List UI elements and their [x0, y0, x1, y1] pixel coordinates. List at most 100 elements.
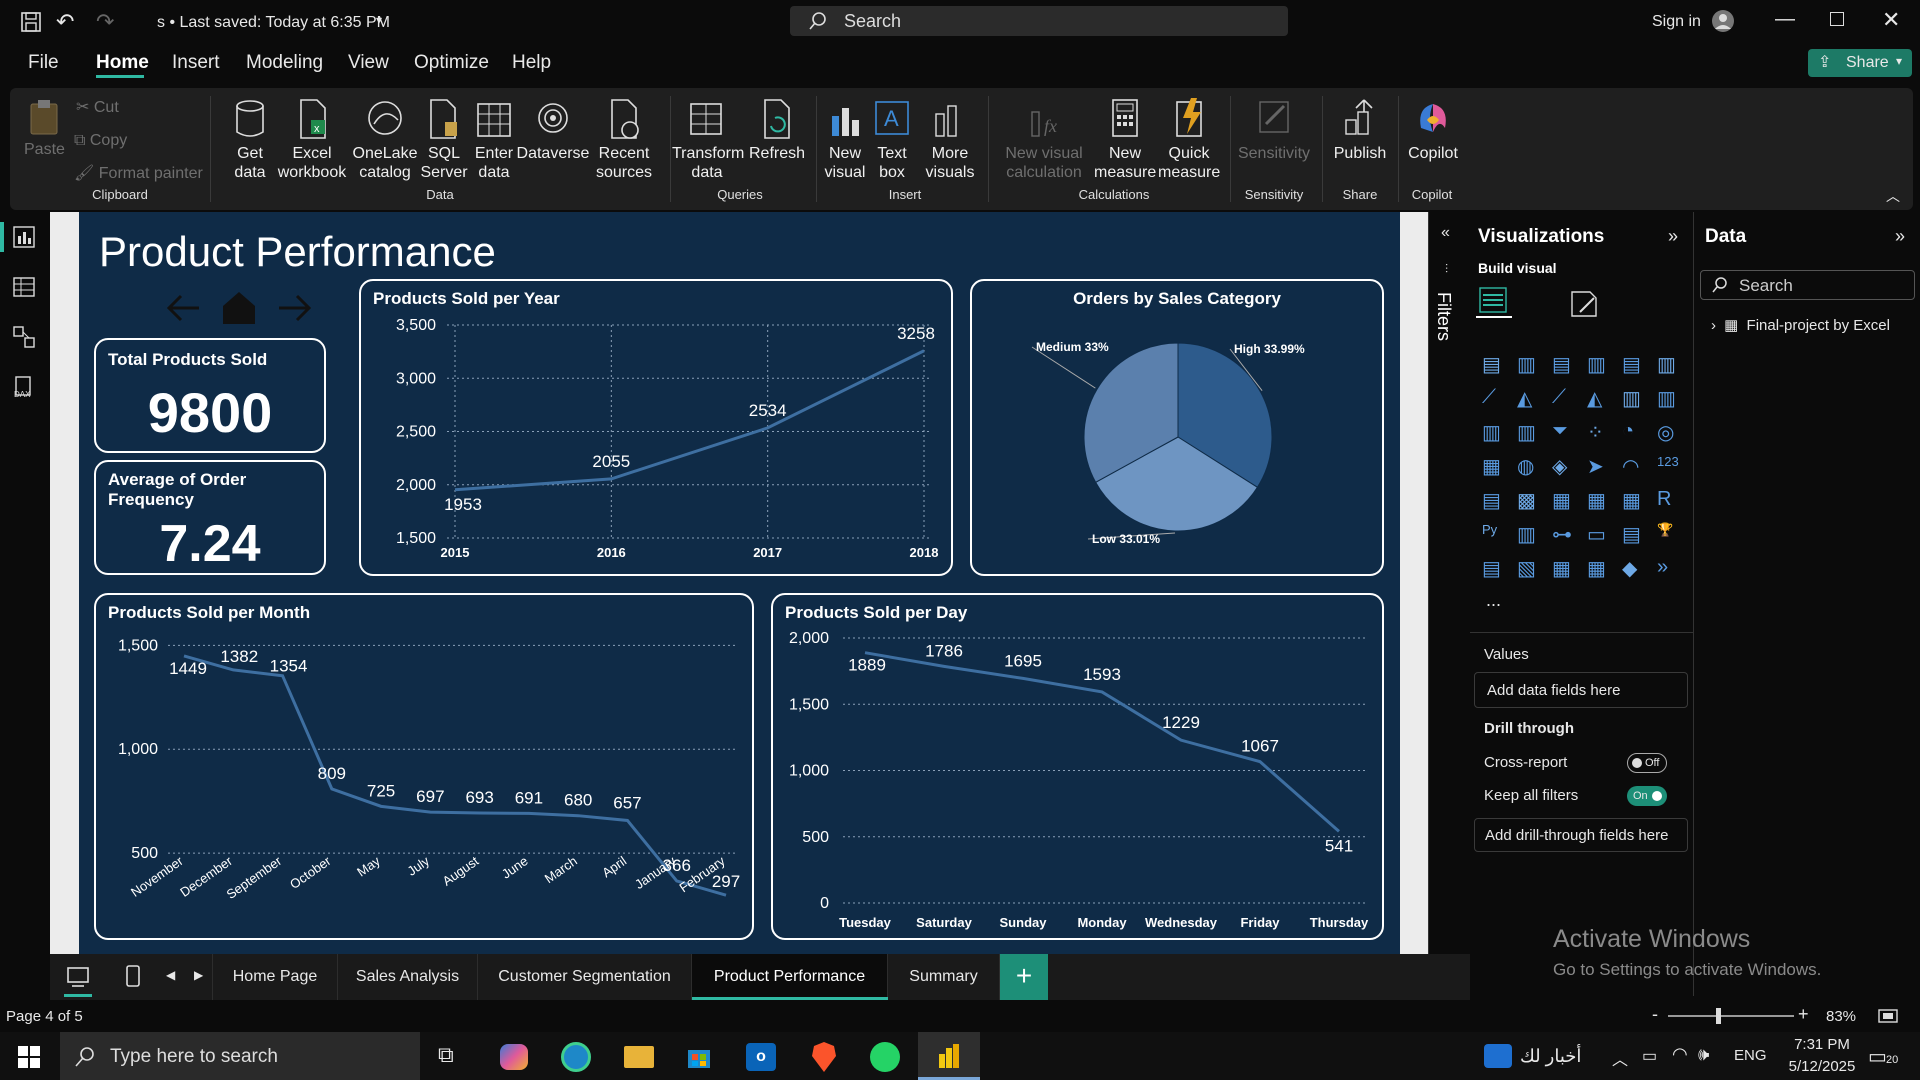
- language-indicator[interactable]: ENG: [1734, 1047, 1767, 1064]
- news-widget-label[interactable]: أخبار لك: [1520, 1046, 1581, 1067]
- arcgis-icon[interactable]: ▦: [1587, 556, 1613, 582]
- line-chart-icon[interactable]: ⟋: [1482, 386, 1508, 412]
- sign-in-link[interactable]: Sign in: [1652, 13, 1701, 31]
- news-widget-icon[interactable]: [1484, 1044, 1512, 1068]
- wifi-icon[interactable]: ◠: [1672, 1044, 1688, 1065]
- report-view-icon[interactable]: [13, 226, 35, 248]
- line-column-icon[interactable]: ▥: [1622, 386, 1648, 412]
- stacked-column-chart-icon[interactable]: ▥: [1517, 352, 1543, 378]
- maximize-icon[interactable]: [1830, 12, 1844, 26]
- narrative-icon[interactable]: ▤: [1622, 522, 1648, 548]
- clustered-bar-chart-icon[interactable]: ▤: [1552, 352, 1578, 378]
- transform-data-button[interactable]: Transform data: [672, 98, 744, 182]
- collapse-pane-icon[interactable]: »: [1895, 226, 1905, 247]
- copilot-app-icon[interactable]: [500, 1044, 528, 1070]
- menu-home[interactable]: Home: [96, 52, 149, 74]
- paginated-report-icon[interactable]: ▤: [1482, 556, 1508, 582]
- kpi-card-order-frequency[interactable]: Average of Order Frequency 7.24: [94, 460, 326, 575]
- zoom-slider[interactable]: [1668, 1015, 1794, 1017]
- stacked-bar-chart-icon[interactable]: ▤: [1482, 352, 1508, 378]
- chevron-down-icon[interactable]: ▾: [376, 13, 382, 27]
- waterfall-icon[interactable]: ▥: [1517, 420, 1543, 446]
- clock-time[interactable]: 7:31 PM: [1786, 1036, 1858, 1053]
- more-icon[interactable]: »: [1657, 556, 1683, 582]
- python-visual-icon[interactable]: Py: [1482, 522, 1508, 548]
- chart-products-per-year[interactable]: Products Sold per Year 1,500 2,000 2,500 3,…: [359, 279, 953, 576]
- menu-help[interactable]: Help: [512, 52, 551, 74]
- r-visual-icon[interactable]: R: [1657, 488, 1683, 514]
- home-icon[interactable]: [223, 292, 255, 324]
- data-search-input[interactable]: Search: [1700, 270, 1915, 300]
- whatsapp-icon[interactable]: [870, 1042, 900, 1072]
- kpi-icon[interactable]: ▩: [1517, 488, 1543, 514]
- dataverse-button[interactable]: Dataverse: [516, 98, 590, 163]
- more-visuals-button[interactable]: More visuals: [916, 98, 984, 182]
- model-view-icon[interactable]: [13, 326, 35, 348]
- chart-products-per-day[interactable]: Products Sold per Day 0 500 1,000 1,500 2,00…: [771, 593, 1384, 940]
- redo-icon[interactable]: ↷: [96, 9, 114, 35]
- new-visual-button[interactable]: New visual: [818, 98, 872, 182]
- menu-view[interactable]: View: [348, 52, 389, 74]
- slicer-icon[interactable]: ▦: [1552, 488, 1578, 514]
- gauge-icon[interactable]: ◠: [1622, 454, 1648, 480]
- format-visual-icon[interactable]: [1568, 288, 1602, 318]
- card-icon[interactable]: 123: [1657, 454, 1683, 480]
- 100-stacked-column-icon[interactable]: ▥: [1657, 352, 1683, 378]
- sql-server-button[interactable]: SQL Server: [420, 98, 468, 182]
- kpi-card-total-products[interactable]: Total Products Sold 9800: [94, 338, 326, 453]
- chart-products-per-month[interactable]: Products Sold per Month 500 1,000 1,500 Nov…: [94, 593, 754, 940]
- new-measure-button[interactable]: New measure: [1094, 98, 1156, 182]
- brave-browser-icon[interactable]: [810, 1042, 838, 1072]
- chart-orders-by-category[interactable]: Orders by Sales Category High 33.99% Low …: [970, 279, 1384, 576]
- multi-row-card-icon[interactable]: ▤: [1482, 488, 1508, 514]
- zoom-out-icon[interactable]: -: [1652, 1004, 1658, 1025]
- quick-measure-button[interactable]: Quick measure: [1158, 98, 1220, 182]
- onelake-catalog-button[interactable]: OneLake catalog: [346, 98, 424, 182]
- filled-map-icon[interactable]: ◈: [1552, 454, 1578, 480]
- cross-report-toggle[interactable]: Off: [1627, 753, 1667, 773]
- edge-browser-icon[interactable]: [561, 1042, 591, 1072]
- tab-product-performance[interactable]: Product Performance: [692, 954, 888, 1000]
- add-page-button[interactable]: +: [1000, 954, 1048, 1000]
- collapse-ribbon-icon[interactable]: ︿: [1886, 186, 1900, 206]
- metrics-icon[interactable]: 🏆: [1657, 522, 1683, 548]
- minimize-icon[interactable]: —: [1775, 8, 1795, 31]
- enter-data-button[interactable]: Enter data: [470, 98, 518, 182]
- build-visual-tab[interactable]: [1476, 284, 1512, 318]
- new-visual-calculation-button[interactable]: fx New visual calculation: [1000, 98, 1088, 182]
- desktop-layout-icon[interactable]: [66, 964, 90, 990]
- map-icon[interactable]: ◍: [1517, 454, 1543, 480]
- scatter-icon[interactable]: ⁘: [1587, 420, 1613, 446]
- drill-through-drop-zone[interactable]: Add drill-through fields here: [1474, 818, 1688, 852]
- fabric-icon[interactable]: ◆: [1622, 556, 1648, 582]
- taskbar-search-box[interactable]: Type here to search: [60, 1032, 420, 1080]
- power-automate-icon[interactable]: ▦: [1552, 556, 1578, 582]
- cut-button[interactable]: ✂ Cut: [76, 98, 119, 117]
- pie-chart-icon[interactable]: ◔: [1622, 420, 1648, 446]
- dax-query-icon[interactable]: DAX: [13, 376, 35, 398]
- 100-stacked-bar-icon[interactable]: ▤: [1622, 352, 1648, 378]
- document-title[interactable]: s • Last saved: Today at 6:35 PM: [157, 14, 390, 32]
- get-data-button[interactable]: Get data: [222, 98, 278, 182]
- decomposition-tree-icon[interactable]: ⊶: [1552, 522, 1578, 548]
- clock-date[interactable]: 5/12/2025: [1778, 1058, 1866, 1075]
- back-arrow-icon[interactable]: [166, 294, 199, 322]
- sensitivity-button[interactable]: Sensitivity: [1236, 98, 1312, 163]
- menu-optimize[interactable]: Optimize: [414, 52, 489, 74]
- qa-icon[interactable]: ▭: [1587, 522, 1613, 548]
- table-view-icon[interactable]: [13, 276, 35, 298]
- share-button[interactable]: ⇪ Share ▾: [1808, 49, 1912, 77]
- funnel-icon[interactable]: ⏷: [1552, 420, 1578, 446]
- data-table-item[interactable]: › ▦ Final-project by Excel: [1711, 316, 1890, 334]
- table-icon[interactable]: ▦: [1587, 488, 1613, 514]
- scroll-left-icon[interactable]: ◀: [166, 968, 175, 982]
- tab-summary[interactable]: Summary: [888, 954, 1000, 1000]
- clustered-column-chart-icon[interactable]: ▥: [1587, 352, 1613, 378]
- battery-icon[interactable]: ▭: [1642, 1046, 1657, 1066]
- zoom-in-icon[interactable]: +: [1798, 1004, 1809, 1025]
- tab-sales-analysis[interactable]: Sales Analysis: [338, 954, 478, 1000]
- task-view-icon[interactable]: ⧉: [438, 1042, 454, 1068]
- outlook-icon[interactable]: o: [746, 1043, 776, 1071]
- line-clustered-icon[interactable]: ▥: [1657, 386, 1683, 412]
- copy-button[interactable]: ⧉ Copy: [74, 131, 127, 150]
